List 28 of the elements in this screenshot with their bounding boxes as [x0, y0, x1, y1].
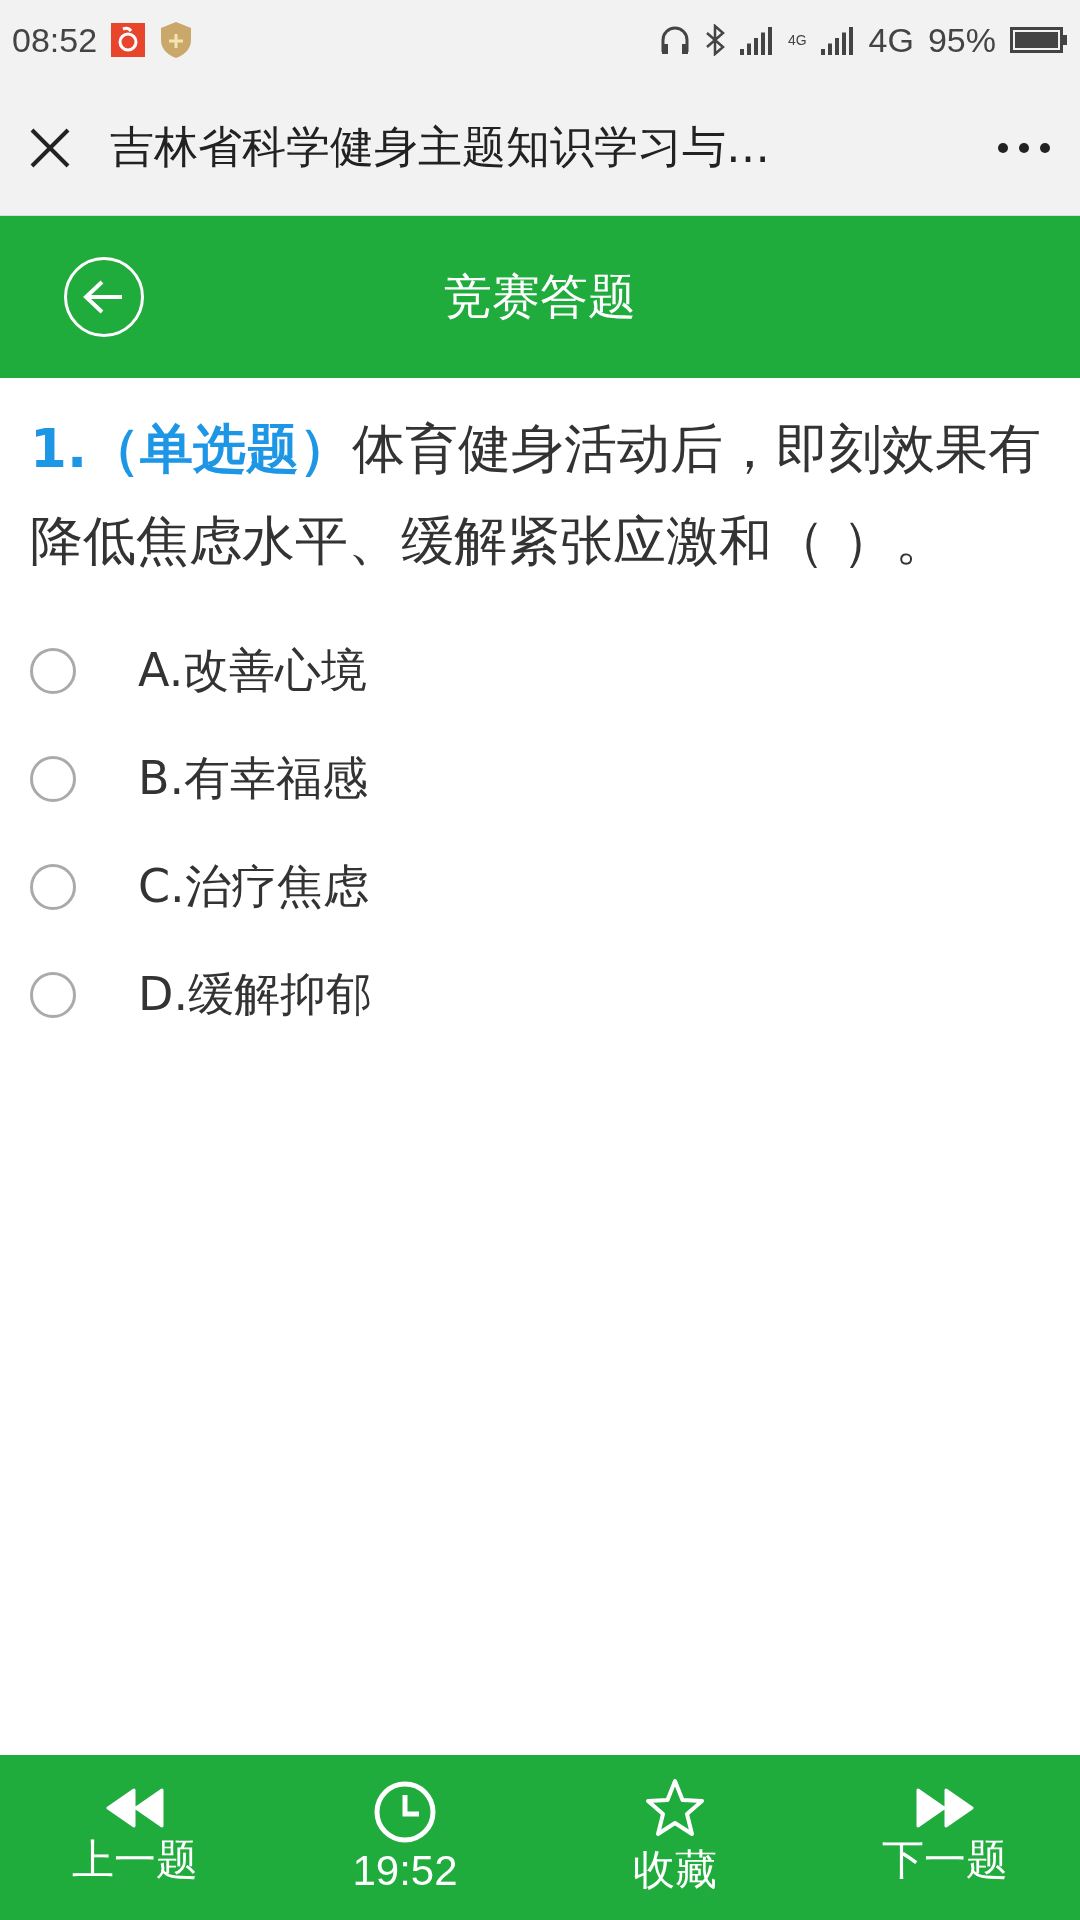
page-title: 吉林省科学健身主题知识学习与… — [110, 120, 771, 174]
app-notification-icon — [111, 23, 146, 57]
header-title: 竞赛答题 — [444, 267, 636, 326]
star-icon — [644, 1777, 706, 1838]
answer-option[interactable]: B.有幸福感 — [0, 725, 1080, 833]
close-icon[interactable] — [30, 127, 70, 168]
back-button[interactable] — [64, 257, 144, 337]
radio-button[interactable] — [30, 864, 76, 910]
network-type: 4G — [868, 20, 914, 60]
battery-icon — [1010, 27, 1068, 53]
answer-option[interactable]: A.改善心境 — [0, 617, 1080, 725]
radio-button[interactable] — [30, 648, 76, 694]
battery-percent: 95% — [927, 20, 996, 60]
radio-button[interactable] — [30, 972, 76, 1018]
fast-forward-icon — [916, 1787, 974, 1828]
shield-icon — [159, 20, 194, 60]
question-text: 1.（单选题）体育健身活动后，即刻效果有降低焦虑水平、缓解紧张应激和（ ）。 — [30, 417, 1042, 573]
more-icon[interactable] — [998, 142, 1050, 153]
answer-option[interactable]: D.缓解抑郁 — [0, 941, 1080, 1049]
clock-icon — [374, 1780, 436, 1843]
rewind-icon — [106, 1787, 164, 1828]
network-type-small: 4G — [787, 33, 807, 47]
signal-icon — [820, 25, 855, 55]
status-time: 08:52 — [12, 20, 98, 60]
signal-icon — [739, 25, 774, 55]
answer-option[interactable]: C.治疗焦虑 — [0, 833, 1080, 941]
radio-button[interactable] — [30, 756, 76, 802]
headphones-icon — [659, 24, 690, 56]
